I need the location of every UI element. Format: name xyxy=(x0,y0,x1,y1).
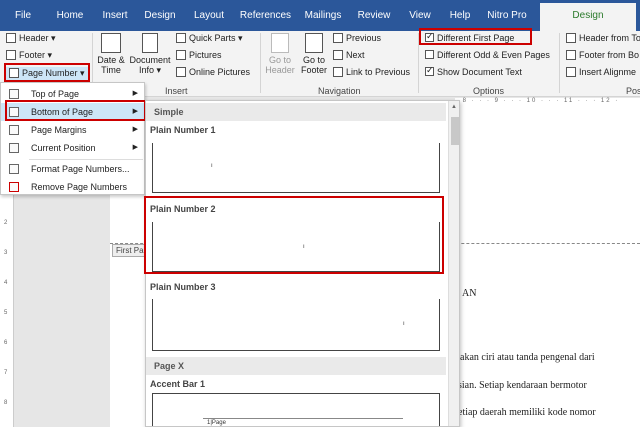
page-number-glyph: ı xyxy=(403,321,405,327)
ribbon-separator xyxy=(559,33,560,93)
go-to-header-icon xyxy=(271,33,289,53)
tab-help[interactable]: Help xyxy=(444,0,476,31)
format-page-numbers-icon xyxy=(9,164,19,174)
remove-page-numbers-icon xyxy=(9,182,19,192)
menu-item-current-position[interactable]: Current Position ▶ xyxy=(1,139,144,157)
page-margins-icon xyxy=(9,125,19,135)
vertical-ruler: 2 3 4 5 6 7 8 xyxy=(0,195,14,427)
previous-button[interactable]: Previous xyxy=(333,33,381,43)
tab-view[interactable]: View xyxy=(402,0,438,31)
gallery-section-page-x: Page X xyxy=(146,357,446,375)
link-icon xyxy=(333,67,343,77)
tab-insert[interactable]: Insert xyxy=(95,0,135,31)
page-number-glyph: ı xyxy=(211,163,213,169)
gallery-item-plain-number-1[interactable]: ı xyxy=(152,143,440,193)
tab-layout[interactable]: Layout xyxy=(188,0,230,31)
different-odd-even-checkbox[interactable]: Different Odd & Even Pages xyxy=(425,50,550,60)
group-label-navigation: Navigation xyxy=(318,86,361,96)
gallery-scrollbar[interactable]: ▲ xyxy=(448,101,459,426)
document-line-1: pakan ciri atau tanda pengenal dari xyxy=(455,352,595,363)
next-icon xyxy=(333,50,343,60)
document-icon xyxy=(142,33,158,53)
menu-item-format-page-numbers[interactable]: Format Page Numbers... xyxy=(1,160,144,178)
footer-from-bottom-control[interactable]: Footer from Bo xyxy=(566,50,639,60)
checkbox-unchecked-icon xyxy=(425,50,434,59)
tab-header-footer-design[interactable]: Design xyxy=(540,3,636,31)
highlight-different-first-page xyxy=(419,28,532,45)
scrollbar-thumb[interactable] xyxy=(451,117,459,145)
go-to-footer-button[interactable]: Go to Footer xyxy=(298,33,330,75)
group-label-insert: Insert xyxy=(165,86,188,96)
document-line-2: sian. Setiap kendaraan bermotor xyxy=(458,380,587,391)
header-from-top-control[interactable]: Header from To xyxy=(566,33,640,43)
tab-file[interactable]: File xyxy=(0,0,46,31)
accent-bar-line xyxy=(203,418,403,419)
tab-design[interactable]: Design xyxy=(140,0,180,31)
quick-parts-button[interactable]: Quick Parts ▾ xyxy=(176,33,243,44)
submenu-arrow-icon: ▶ xyxy=(132,144,138,151)
previous-icon xyxy=(333,33,343,43)
top-of-page-icon xyxy=(9,89,19,99)
tab-review[interactable]: Review xyxy=(354,0,394,31)
submenu-arrow-icon: ▶ xyxy=(132,126,138,133)
document-line-3: etiap daerah memiliki kode nomor xyxy=(458,407,596,418)
header-position-icon xyxy=(566,33,576,43)
menu-item-remove-page-numbers[interactable]: Remove Page Numbers xyxy=(1,178,144,196)
page-number-menu: Top of Page ▶ Bottom of Page ▶ Page Margin… xyxy=(0,82,145,195)
accent-bar-text: 1|Page xyxy=(207,420,226,426)
menu-item-page-margins[interactable]: Page Margins ▶ xyxy=(1,121,144,139)
pictures-icon xyxy=(176,50,186,60)
header-button[interactable]: Header ▾ xyxy=(6,33,56,44)
highlight-page-number xyxy=(4,63,90,82)
highlight-plain-number-2 xyxy=(144,196,444,274)
online-pictures-button[interactable]: Online Pictures xyxy=(176,67,250,77)
show-document-text-checkbox[interactable]: Show Document Text xyxy=(425,65,522,77)
link-to-previous-button[interactable]: Link to Previous xyxy=(333,67,410,77)
gallery-item-plain-number-3[interactable]: ı xyxy=(152,299,440,351)
document-info-button[interactable]: Document Info ▾ xyxy=(128,33,172,76)
go-to-footer-icon xyxy=(305,33,323,53)
horizontal-ruler: · 8 · · · 9 · · · 10 · · · 11 · · · 12 · xyxy=(455,98,640,108)
pictures-button[interactable]: Pictures xyxy=(176,50,222,60)
alignment-tab-icon xyxy=(566,67,576,77)
highlight-bottom-of-page xyxy=(5,100,146,121)
header-icon xyxy=(6,33,16,43)
checkbox-checked-icon xyxy=(425,65,434,76)
gallery-section-simple: Simple xyxy=(146,103,446,121)
next-button[interactable]: Next xyxy=(333,50,365,60)
gallery-item-accent-bar-1[interactable]: 1|Page xyxy=(152,393,440,426)
group-label-position: Pos xyxy=(626,86,640,96)
tab-home[interactable]: Home xyxy=(50,0,90,31)
online-pictures-icon xyxy=(176,67,186,77)
gallery-item-label: Plain Number 1 xyxy=(150,125,216,135)
tab-references[interactable]: References xyxy=(238,0,293,31)
date-time-button[interactable]: Date & Time xyxy=(96,33,126,75)
tab-mailings[interactable]: Mailings xyxy=(300,0,346,31)
calendar-icon xyxy=(101,33,121,53)
quick-parts-icon xyxy=(176,33,186,43)
group-label-options: Options xyxy=(473,86,505,96)
scroll-up-arrow-icon[interactable]: ▲ xyxy=(451,104,457,110)
insert-alignment-tab-button[interactable]: Insert Alignme xyxy=(566,67,636,77)
current-position-icon xyxy=(9,143,19,153)
footer-button[interactable]: Footer ▾ xyxy=(6,50,52,61)
document-heading-fragment: AN xyxy=(462,288,477,299)
footer-position-icon xyxy=(566,50,576,60)
gallery-item-label: Accent Bar 1 xyxy=(150,379,206,389)
gallery-item-label: Plain Number 3 xyxy=(150,282,216,292)
ribbon-separator xyxy=(260,33,261,93)
tab-nitro-pro[interactable]: Nitro Pro xyxy=(482,0,532,31)
go-to-header-button[interactable]: Go to Header xyxy=(264,33,296,75)
ribbon-tab-bar: File Home Insert Design Layout Reference… xyxy=(0,0,640,31)
first-page-header-tag: First Pa xyxy=(112,244,148,257)
footer-icon xyxy=(6,50,16,60)
